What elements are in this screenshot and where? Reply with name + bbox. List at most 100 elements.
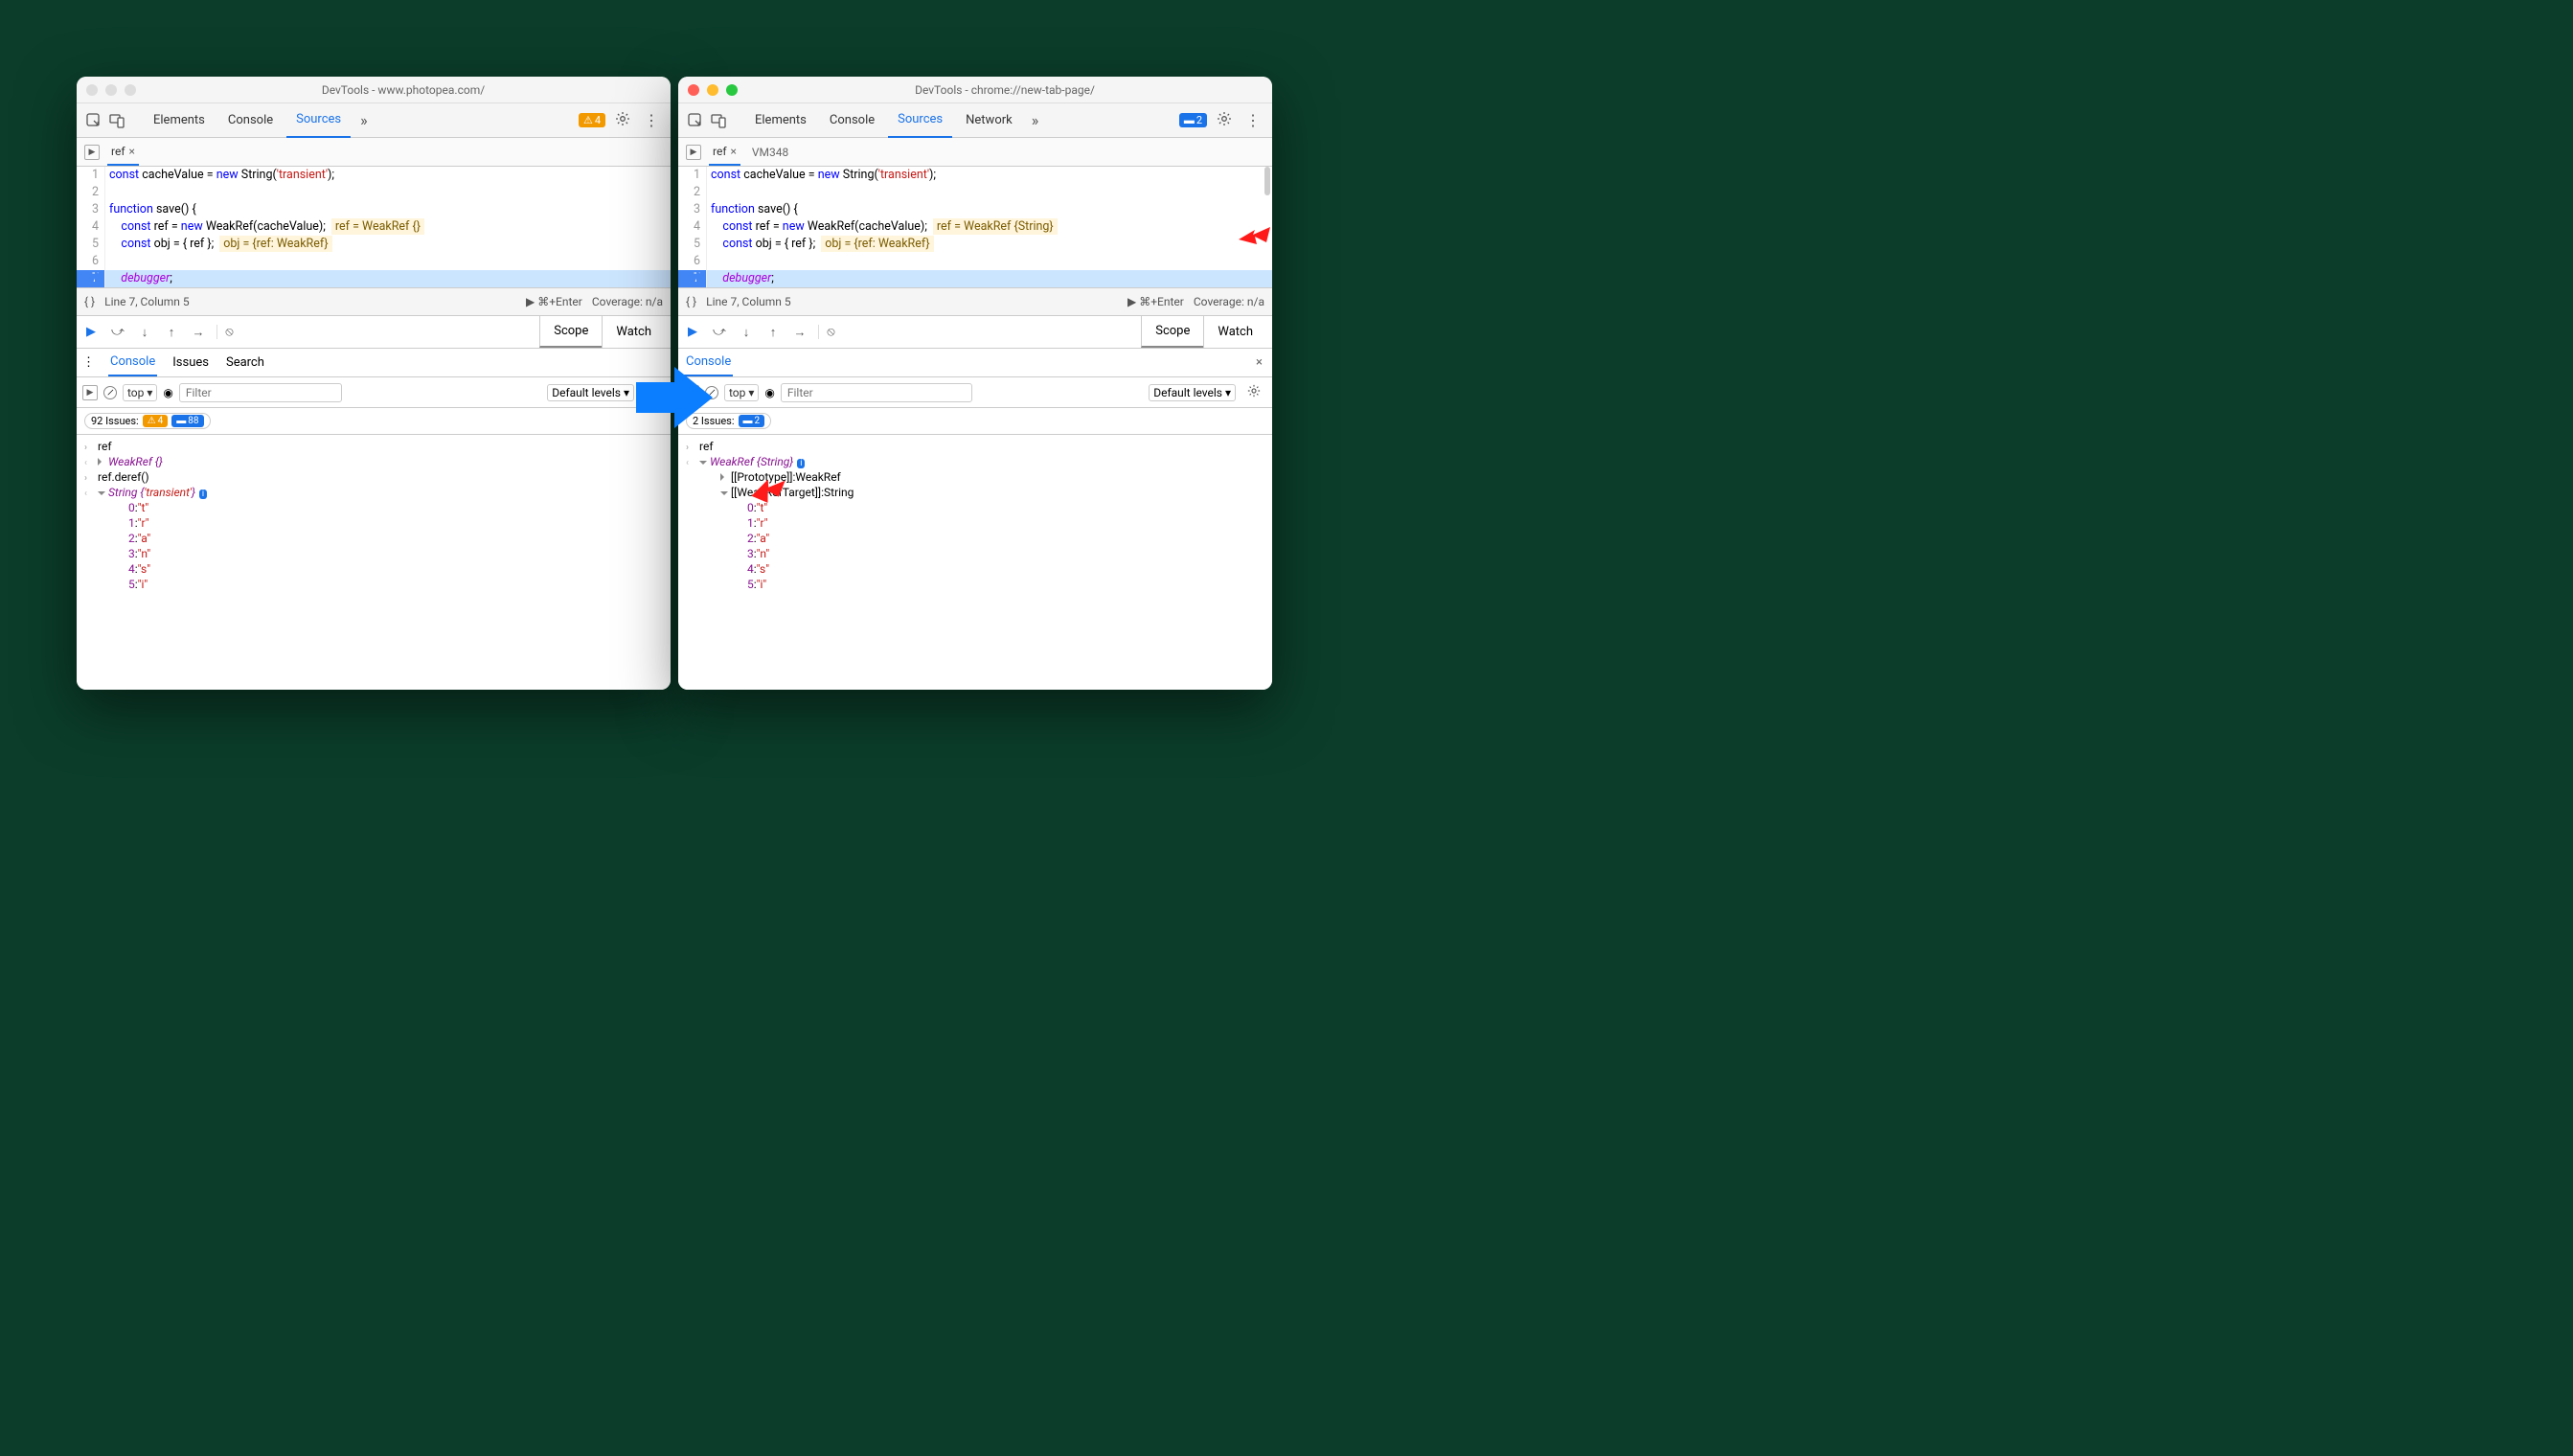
- drawer-tab-search[interactable]: Search: [224, 350, 266, 375]
- filter-input[interactable]: [179, 383, 342, 402]
- traffic-lights: [86, 84, 136, 96]
- step-out-icon[interactable]: ↑: [163, 325, 180, 340]
- more-tabs-icon[interactable]: »: [1026, 111, 1045, 129]
- issues-badge[interactable]: ▬ 2: [1179, 113, 1207, 127]
- run-snippet-button[interactable]: ▶ ⌘+Enter: [1127, 295, 1184, 308]
- resume-icon[interactable]: ▶: [684, 325, 701, 339]
- console-input-text: ref: [699, 440, 714, 453]
- gear-icon[interactable]: [1241, 384, 1266, 400]
- log-levels-select[interactable]: Default levels ▾: [1149, 384, 1236, 401]
- tab-console[interactable]: Console: [218, 103, 283, 138]
- close-icon[interactable]: ×: [129, 145, 135, 158]
- console-input-text: ref.deref(): [98, 470, 149, 484]
- minimize-icon[interactable]: [105, 84, 117, 96]
- deactivate-breakpoints-icon[interactable]: ⦸: [216, 325, 234, 339]
- tab-scope[interactable]: Scope: [1141, 316, 1203, 348]
- format-icon[interactable]: { }: [84, 295, 95, 308]
- tab-watch[interactable]: Watch: [602, 316, 665, 348]
- step-icon[interactable]: →: [190, 325, 207, 340]
- gear-icon[interactable]: [1211, 111, 1238, 130]
- editor-status-bar: { } Line 7, Column 5 ▶ ⌘+Enter Coverage:…: [678, 287, 1272, 316]
- run-snippet-button[interactable]: ▶ ⌘+Enter: [526, 295, 582, 308]
- zoom-icon[interactable]: [125, 84, 136, 96]
- kebab-icon[interactable]: ⋮: [640, 111, 663, 129]
- cursor-position: Line 7, Column 5: [706, 295, 791, 308]
- console-output-text: WeakRef {}: [108, 455, 163, 468]
- drawer-tab-issues[interactable]: Issues: [171, 350, 211, 375]
- console-sidebar-icon[interactable]: ▶: [82, 385, 98, 400]
- cursor-position: Line 7, Column 5: [104, 295, 190, 308]
- device-toggle-icon[interactable]: [709, 111, 728, 130]
- close-icon[interactable]: [86, 84, 98, 96]
- gear-icon[interactable]: [609, 111, 636, 130]
- tab-file-ref[interactable]: ref×: [709, 139, 740, 166]
- coverage-label: Coverage: n/a: [1194, 295, 1264, 308]
- context-select[interactable]: top ▾: [123, 384, 157, 401]
- tab-network[interactable]: Network: [956, 103, 1022, 138]
- kebab-icon[interactable]: ⋮: [82, 355, 95, 370]
- step-into-icon[interactable]: ↓: [738, 325, 755, 340]
- tab-console[interactable]: Console: [820, 103, 884, 138]
- coverage-label: Coverage: n/a: [592, 295, 663, 308]
- info-icon[interactable]: i: [199, 489, 207, 499]
- context-select[interactable]: top ▾: [724, 384, 759, 401]
- inline-eval: obj = {ref: WeakRef}: [219, 236, 331, 252]
- window-title: DevTools - chrome://new-tab-page/: [747, 83, 1263, 97]
- zoom-icon[interactable]: [726, 84, 738, 96]
- tab-scope[interactable]: Scope: [539, 316, 602, 348]
- close-icon[interactable]: ×: [731, 145, 737, 158]
- device-toggle-icon[interactable]: [107, 111, 126, 130]
- source-file-tabs: ▶ ref× VM348: [678, 138, 1272, 167]
- tab-elements[interactable]: Elements: [745, 103, 816, 138]
- step-over-icon[interactable]: ⤻: [109, 325, 126, 339]
- annotation-arrow-icon: [1234, 216, 1272, 254]
- clear-console-icon[interactable]: |: [101, 383, 120, 402]
- drawer-tab-console[interactable]: Console: [108, 349, 157, 376]
- close-icon[interactable]: [688, 84, 699, 96]
- format-icon[interactable]: { }: [686, 295, 696, 308]
- scrollbar[interactable]: [1264, 167, 1270, 195]
- debug-toolbar: ▶ ⤻ ↓ ↑ → ⦸ Scope Watch: [678, 316, 1272, 349]
- main-tabs: Elements Console Sources Network » ▬ 2 ⋮: [678, 103, 1272, 138]
- tab-watch[interactable]: Watch: [1203, 316, 1266, 348]
- info-icon[interactable]: i: [797, 459, 805, 468]
- tab-file-vm[interactable]: VM348: [748, 140, 792, 165]
- kebab-icon[interactable]: ⋮: [1241, 111, 1264, 129]
- more-tabs-icon[interactable]: »: [354, 111, 374, 129]
- step-out-icon[interactable]: ↑: [764, 325, 782, 340]
- filter-input[interactable]: [781, 383, 972, 402]
- inspect-icon[interactable]: [84, 111, 103, 130]
- tab-sources[interactable]: Sources: [286, 103, 351, 138]
- main-tabs: Elements Console Sources » ⚠ 4 ⋮: [77, 103, 671, 138]
- console-output[interactable]: ref WeakRef {} ref.deref() String {'tran…: [77, 435, 671, 690]
- console-toolbar: ▶ | top ▾ ◉ Default levels ▾: [77, 377, 671, 408]
- inspect-icon[interactable]: [686, 111, 705, 130]
- code-editor[interactable]: 1const cacheValue = new String('transien…: [678, 167, 1272, 287]
- step-into-icon[interactable]: ↓: [136, 325, 153, 340]
- step-over-icon[interactable]: ⤻: [711, 325, 728, 339]
- annotation-arrow-icon: [636, 359, 722, 440]
- console-toolbar: ▶ | top ▾ ◉ Default levels ▾: [678, 377, 1272, 408]
- eye-icon[interactable]: ◉: [764, 386, 774, 399]
- issues-chip[interactable]: 92 Issues: ⚠ 4 ▬ 88: [84, 413, 211, 429]
- resume-icon[interactable]: ▶: [82, 325, 100, 339]
- close-icon[interactable]: ×: [1256, 355, 1263, 370]
- eye-icon[interactable]: ◉: [163, 386, 172, 399]
- step-icon[interactable]: →: [791, 325, 808, 340]
- tab-file-ref[interactable]: ref×: [107, 139, 139, 166]
- issues-badge[interactable]: ⚠ 4: [579, 113, 605, 127]
- tab-sources[interactable]: Sources: [888, 103, 952, 138]
- log-levels-select[interactable]: Default levels ▾: [547, 384, 634, 401]
- code-editor[interactable]: 1const cacheValue = new String('transien…: [77, 167, 671, 287]
- inline-eval: ref = WeakRef {String}: [933, 218, 1058, 235]
- minimize-icon[interactable]: [707, 84, 718, 96]
- annotation-arrow-icon: [745, 469, 787, 512]
- deactivate-breakpoints-icon[interactable]: ⦸: [818, 325, 835, 339]
- tab-elements[interactable]: Elements: [144, 103, 215, 138]
- snippet-play-icon[interactable]: ▶: [686, 145, 701, 160]
- snippet-play-icon[interactable]: ▶: [84, 145, 100, 160]
- console-input-text: ref: [98, 440, 112, 453]
- issues-bar: 92 Issues: ⚠ 4 ▬ 88: [77, 408, 671, 435]
- drawer-tabs: ⋮ Console Issues Search: [77, 349, 671, 377]
- debug-toolbar: ▶ ⤻ ↓ ↑ → ⦸ Scope Watch: [77, 316, 671, 349]
